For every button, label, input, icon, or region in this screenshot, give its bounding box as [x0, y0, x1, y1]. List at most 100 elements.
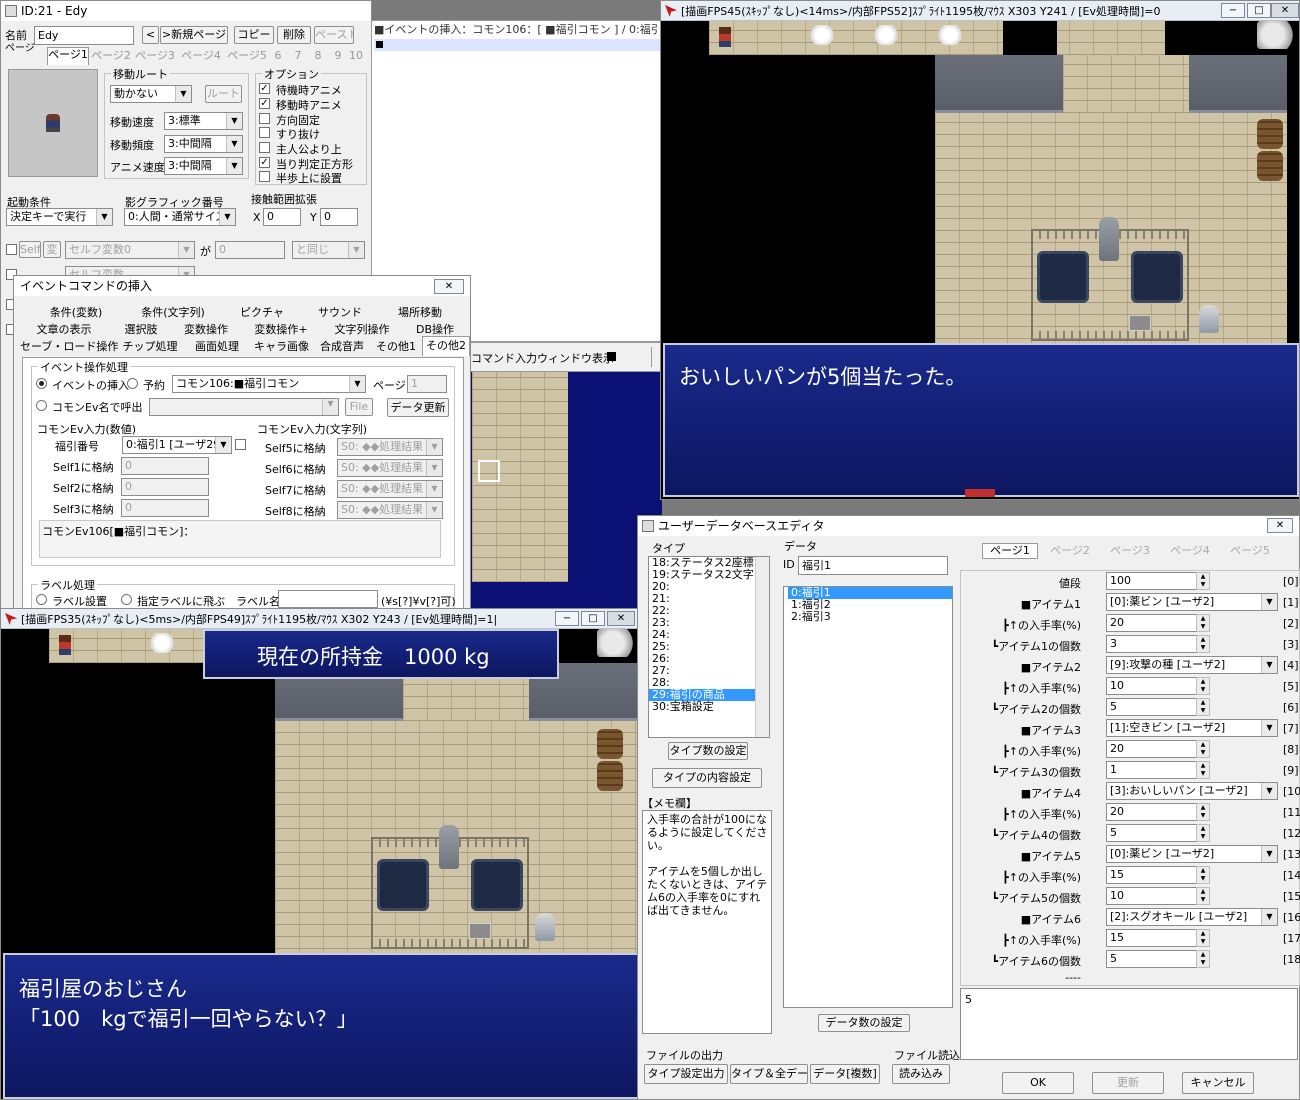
tab-save-load[interactable]: セーブ・ロード操作: [20, 340, 118, 354]
type-content-button[interactable]: タイプの内容設定: [652, 768, 762, 788]
spin-icon[interactable]: ▲ ▼: [1196, 866, 1210, 884]
map-editor-area[interactable]: [462, 372, 662, 610]
range-x-input[interactable]: 0: [263, 208, 301, 226]
tab-choices[interactable]: 選択肢: [118, 323, 164, 337]
tab-var-op-plus[interactable]: 変数操作+: [248, 323, 314, 337]
cond1-var-select[interactable]: セルフ変数0: [65, 241, 195, 259]
cond1-self-button[interactable]: Self: [19, 241, 41, 258]
tab-str-op[interactable]: 文字列操作: [326, 323, 398, 337]
maximize-icon[interactable]: □: [1247, 3, 1271, 18]
tab-voice[interactable]: 合成音声: [314, 340, 370, 354]
db-page-tab-5[interactable]: ページ5: [1222, 544, 1278, 558]
maximize-icon[interactable]: □: [581, 611, 605, 626]
event-graphic-preview[interactable]: [8, 69, 98, 177]
selected-command-marker[interactable]: [374, 39, 660, 51]
self8-select[interactable]: S0: ◆◆処理結果: [337, 501, 443, 519]
file-button[interactable]: File: [345, 398, 373, 416]
field-select[interactable]: [2]:スグオキール [ユーザ2]: [1106, 908, 1278, 926]
db-bottom-textarea[interactable]: 5: [960, 988, 1298, 1060]
spin-icon[interactable]: ▲ ▼: [1196, 635, 1210, 653]
minimize-icon[interactable]: −: [1221, 3, 1245, 18]
label-set-radio[interactable]: [36, 594, 47, 605]
copy-button[interactable]: コピー: [234, 26, 274, 44]
option-checkbox-1[interactable]: ✓: [259, 83, 270, 94]
db-page-tab-4[interactable]: ページ4: [1162, 544, 1218, 558]
name-input[interactable]: Edy: [34, 26, 134, 45]
new-page-button[interactable]: >新規ページ: [160, 26, 228, 44]
type-list[interactable]: 18:ステータス2座標 19:ステータス2文字 20: 21: 22: 23: …: [648, 556, 770, 738]
insert-radio[interactable]: [36, 378, 47, 389]
common-event-select[interactable]: コモン106:■福引コモン: [172, 375, 366, 393]
tab-chip[interactable]: チップ処理: [120, 340, 180, 354]
data-list[interactable]: 0:福引1 1:福引2 2:福引3: [783, 586, 953, 1008]
memo-area[interactable]: 入手率の合計が100になるように設定してください。 アイテムを5個しか出したくな…: [642, 810, 772, 1034]
field-select[interactable]: [1]:空きビン [ユーザ2]: [1106, 719, 1278, 737]
field-input[interactable]: 20: [1106, 740, 1204, 758]
delete-button[interactable]: 削除: [277, 26, 311, 44]
callname-select[interactable]: [149, 398, 339, 416]
all-data-button[interactable]: タイプ＆全データ: [730, 1064, 808, 1084]
tab-cond-var[interactable]: 条件(変数): [36, 306, 116, 320]
option-checkbox-7[interactable]: [259, 171, 270, 182]
game-bottom-titlebar[interactable]: [描画FPS35(ｽｷｯﾌﾟなし)<5ms>/内部FPS49]ｽﾌﾟﾗｲﾄ119…: [1, 609, 639, 629]
type-item[interactable]: 30:宝箱設定: [649, 701, 769, 713]
route-button[interactable]: ルート: [205, 85, 242, 103]
field-input[interactable]: 3: [1106, 635, 1204, 653]
cond1-value-input[interactable]: 0: [215, 241, 285, 259]
field-select[interactable]: [9]:攻撃の種 [ユーザ2]: [1106, 656, 1278, 674]
self5-select[interactable]: S0: ◆◆処理結果: [337, 438, 443, 456]
game-top-viewport[interactable]: おいしいパンが5個当たった。: [663, 21, 1299, 499]
spin-icon[interactable]: ▲ ▼: [1196, 698, 1210, 716]
cond1-checkbox[interactable]: [6, 244, 17, 255]
option-checkbox-3[interactable]: [259, 113, 270, 124]
spin-icon[interactable]: ▲ ▼: [1196, 803, 1210, 821]
start-cond-select[interactable]: 決定キーで実行: [6, 208, 113, 226]
tab-db-op[interactable]: DB操作: [410, 323, 460, 337]
tab-page-3[interactable]: ページ3: [133, 49, 177, 63]
field-select[interactable]: [0]:薬ビン [ユーザ2]: [1106, 593, 1278, 611]
tab-picture[interactable]: ピクチャ: [232, 306, 292, 320]
close-icon[interactable]: ✕: [434, 279, 464, 294]
field-input[interactable]: 100: [1106, 572, 1204, 590]
tab-var-op[interactable]: 変数操作: [176, 323, 236, 337]
db-page-tab-2[interactable]: ページ2: [1042, 544, 1098, 558]
spin-icon[interactable]: ▲ ▼: [1196, 740, 1210, 758]
update-button[interactable]: 更新: [1092, 1072, 1164, 1094]
field-input[interactable]: 20: [1106, 803, 1204, 821]
spin-icon[interactable]: ▲ ▼: [1196, 824, 1210, 842]
field-input[interactable]: 5: [1106, 950, 1204, 968]
id-input[interactable]: 福引1: [798, 556, 948, 575]
field-input[interactable]: 20: [1106, 614, 1204, 632]
field-input[interactable]: 15: [1106, 929, 1204, 947]
option-checkbox-2[interactable]: ✓: [259, 98, 270, 109]
label-jump-radio[interactable]: [121, 594, 132, 605]
minimize-icon[interactable]: −: [555, 611, 579, 626]
close-icon[interactable]: ✕: [1271, 3, 1299, 18]
move-freq-select[interactable]: 3:中間隔: [164, 135, 243, 153]
option-checkbox-4[interactable]: [259, 127, 270, 138]
tab-sound[interactable]: サウンド: [310, 306, 370, 320]
move-type-select[interactable]: 動かない: [110, 85, 192, 103]
reserve-radio[interactable]: [127, 378, 138, 389]
ok-button[interactable]: OK: [1002, 1072, 1074, 1094]
label-name-input[interactable]: [278, 590, 378, 608]
close-icon[interactable]: ✕: [1267, 518, 1293, 533]
command-window-label[interactable]: コマンド入力ウィンドウ表示: [471, 350, 614, 366]
cancel-button[interactable]: キャンセル: [1182, 1072, 1254, 1094]
type-out-button[interactable]: タイプ設定出力: [644, 1064, 728, 1084]
tab-page-5[interactable]: ページ5: [225, 49, 269, 63]
data-item[interactable]: 2:福引3: [788, 611, 952, 623]
cond1-var-button[interactable]: 変: [43, 241, 61, 258]
field-select[interactable]: [3]:おいしいパン [ユーザ2]: [1106, 782, 1278, 800]
tab-page-7[interactable]: 7: [291, 49, 305, 63]
tab-cond-str[interactable]: 条件(文字列): [130, 306, 216, 320]
game-bottom-viewport[interactable]: 現在の所持金 1000 kg 福引屋のおじさん 「100 kgで福引一回やらない…: [3, 629, 639, 1099]
db-editor-titlebar[interactable]: ユーザーデータベースエディタ ✕: [638, 516, 1299, 536]
read-button[interactable]: 読み込み: [892, 1064, 950, 1084]
field-input[interactable]: 1: [1106, 761, 1204, 779]
data-count-button[interactable]: データ数の設定: [818, 1014, 910, 1032]
game-top-titlebar[interactable]: [描画FPS45(ｽｷｯﾌﾟなし)<14ms>/内部FPS52]ｽﾌﾟﾗｲﾄ11…: [661, 1, 1299, 21]
cond1-op-select[interactable]: と同じ: [292, 241, 365, 259]
field-input[interactable]: 10: [1106, 677, 1204, 695]
lottery-number-checkbox[interactable]: [235, 439, 246, 450]
